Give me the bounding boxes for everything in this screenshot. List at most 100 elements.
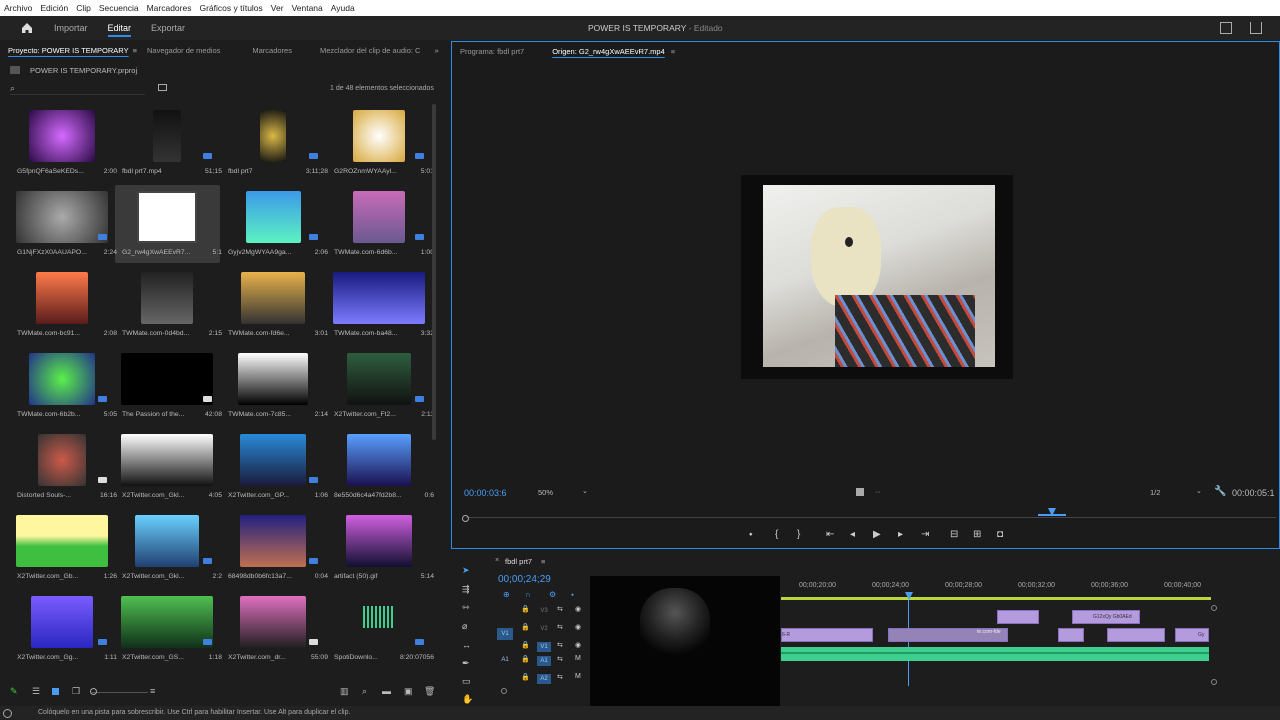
media-thumbnail[interactable]	[135, 515, 199, 567]
track-header[interactable]: A2 🔒 M ⇆	[521, 672, 585, 686]
selection-tool-icon[interactable]: ➤	[462, 565, 470, 576]
audio-clip[interactable]	[781, 647, 1209, 661]
tab-menu-icon[interactable]: ≡	[133, 46, 137, 55]
scrub-start-handle[interactable]	[462, 515, 469, 522]
media-thumbnail[interactable]	[240, 596, 306, 648]
media-thumbnail[interactable]	[333, 272, 425, 324]
media-thumbnail[interactable]	[141, 272, 193, 324]
search-input[interactable]: ⌕	[10, 83, 145, 95]
time-ruler[interactable]: 00;00;20;00 00;00;24;00 00;00;28;00 00;00;3…	[781, 582, 1211, 596]
find-icon[interactable]: ⌕	[362, 686, 367, 697]
media-thumbnail[interactable]	[346, 515, 412, 567]
resolution-select[interactable]: 1/2	[1150, 488, 1160, 497]
track-header[interactable]: A1 🔒 M ⇆	[521, 654, 585, 668]
hand-tool-icon[interactable]: ✋	[462, 694, 473, 705]
media-thumbnail[interactable]	[31, 596, 93, 648]
work-area-bar[interactable]	[781, 597, 1211, 600]
lock-icon[interactable]: 🔒	[521, 655, 530, 663]
pen-tool-icon[interactable]: ✒	[462, 658, 470, 669]
source-patch[interactable]: A1	[497, 654, 513, 666]
mute-icon[interactable]: M	[575, 673, 581, 680]
eye-icon[interactable]: ◉	[575, 623, 581, 631]
tab-project[interactable]: Proyecto: POWER IS TEMPORARY	[8, 46, 129, 55]
workspace-export[interactable]: Exportar	[151, 16, 185, 40]
new-bin-bottom-icon[interactable]: ▬	[382, 686, 391, 696]
track-header[interactable]: V3 🔒 ◉ ⇆	[521, 604, 585, 618]
eye-icon[interactable]: ◉	[575, 641, 581, 649]
resolution-chevron-icon[interactable]: ⌄	[1196, 487, 1202, 495]
tab-markers[interactable]: Marcadores	[252, 46, 292, 55]
step-back-icon[interactable]: ◂	[850, 529, 855, 540]
video-clip[interactable]	[1107, 628, 1165, 642]
menu-edicion[interactable]: Edición	[40, 3, 68, 13]
razor-icon[interactable]: ⌀	[462, 621, 467, 632]
video-clip[interactable]: G12xQy Gb0AEd	[1072, 610, 1140, 624]
share-icon[interactable]	[1250, 22, 1262, 34]
home-icon[interactable]	[20, 21, 34, 35]
source-patch[interactable]: V1	[497, 628, 513, 640]
sequence-timecode[interactable]: 00;00;24;29	[498, 574, 551, 585]
freeform-view-icon[interactable]: ❐	[72, 686, 80, 697]
trash-icon[interactable]: 🗑	[424, 686, 435, 697]
media-thumbnail[interactable]	[353, 110, 405, 162]
workspaces-icon[interactable]	[1220, 22, 1232, 34]
close-sequence-icon[interactable]: ×	[495, 557, 499, 564]
workspace-edit[interactable]: Editar	[107, 16, 131, 40]
media-thumbnail[interactable]	[347, 353, 411, 405]
play-icon[interactable]: ▶	[873, 529, 881, 540]
menu-archivo[interactable]: Archivo	[4, 3, 32, 13]
sort-icon[interactable]: ≡	[150, 686, 155, 696]
project-scrollbar[interactable]	[432, 104, 436, 440]
timeline-scroll-top[interactable]	[1211, 605, 1217, 611]
pencil-icon[interactable]: ✎	[10, 686, 18, 697]
status-settings-icon[interactable]	[3, 709, 12, 718]
tab-media-browser[interactable]: Navegador de medios	[147, 46, 220, 55]
media-thumbnail[interactable]	[16, 515, 108, 567]
sync-lock-icon[interactable]: ⇆	[557, 605, 563, 613]
track-header[interactable]: V1 🔒 ◉ ⇆	[521, 640, 585, 654]
mark-in-icon[interactable]: {	[775, 529, 778, 540]
media-thumbnail[interactable]	[121, 353, 213, 405]
track-header[interactable]: V2 🔒 ◉ ⇆	[521, 622, 585, 636]
media-thumbnail[interactable]	[38, 434, 86, 486]
lock-icon[interactable]: 🔒	[521, 623, 530, 631]
media-thumbnail[interactable]	[16, 191, 108, 243]
media-thumbnail[interactable]	[121, 596, 213, 648]
sync-lock-icon[interactable]: ⇆	[557, 655, 563, 663]
video-clip[interactable]: 6-R	[781, 628, 873, 642]
workspace-import[interactable]: Importar	[54, 16, 88, 40]
media-thumbnail[interactable]	[240, 434, 306, 486]
settings-wrench-icon[interactable]: 🔧	[1214, 486, 1226, 497]
sync-lock-icon[interactable]: ⇆	[557, 641, 563, 649]
new-item-icon[interactable]: ▣	[404, 686, 413, 697]
video-clip[interactable]	[997, 610, 1039, 624]
media-thumbnail[interactable]	[121, 434, 213, 486]
rectangle-tool-icon[interactable]: ▭	[462, 676, 471, 687]
media-thumbnail[interactable]	[245, 191, 301, 243]
list-view-icon[interactable]: ☰	[32, 686, 40, 697]
new-bin-icon[interactable]	[158, 84, 167, 91]
overwrite-icon[interactable]: ⊞	[973, 529, 981, 540]
zoom-slider[interactable]	[92, 692, 148, 693]
zoom-chevron-icon[interactable]: ⌄	[582, 487, 588, 495]
media-thumbnail[interactable]	[137, 191, 197, 243]
sync-lock-icon[interactable]: ⇆	[557, 673, 563, 681]
zoom-slider-handle[interactable]	[90, 688, 97, 695]
source-timecode[interactable]: 00:00:03:6	[464, 488, 507, 498]
insert-icon[interactable]: ⊟	[950, 529, 958, 540]
sequence-tab[interactable]: fbdl prt7	[505, 557, 532, 566]
lock-icon[interactable]: 🔒	[521, 673, 530, 681]
video-clip[interactable]: Gy	[1175, 628, 1209, 642]
media-thumbnail[interactable]	[260, 110, 286, 162]
automate-icon[interactable]: ▥	[340, 686, 349, 697]
lock-icon[interactable]: 🔒	[521, 605, 530, 613]
media-thumbnail[interactable]	[153, 110, 181, 162]
more-panels-icon[interactable]: »	[434, 46, 438, 55]
video-clip[interactable]	[1058, 628, 1084, 642]
menu-marcadores[interactable]: Marcadores	[147, 3, 192, 13]
settings-icon[interactable]: ⚙	[549, 590, 556, 599]
icon-view-icon[interactable]	[52, 688, 59, 695]
ripple-edit-icon[interactable]: ⇿	[462, 602, 470, 613]
track-zoom-handle[interactable]	[501, 688, 507, 694]
media-thumbnail[interactable]	[29, 353, 95, 405]
